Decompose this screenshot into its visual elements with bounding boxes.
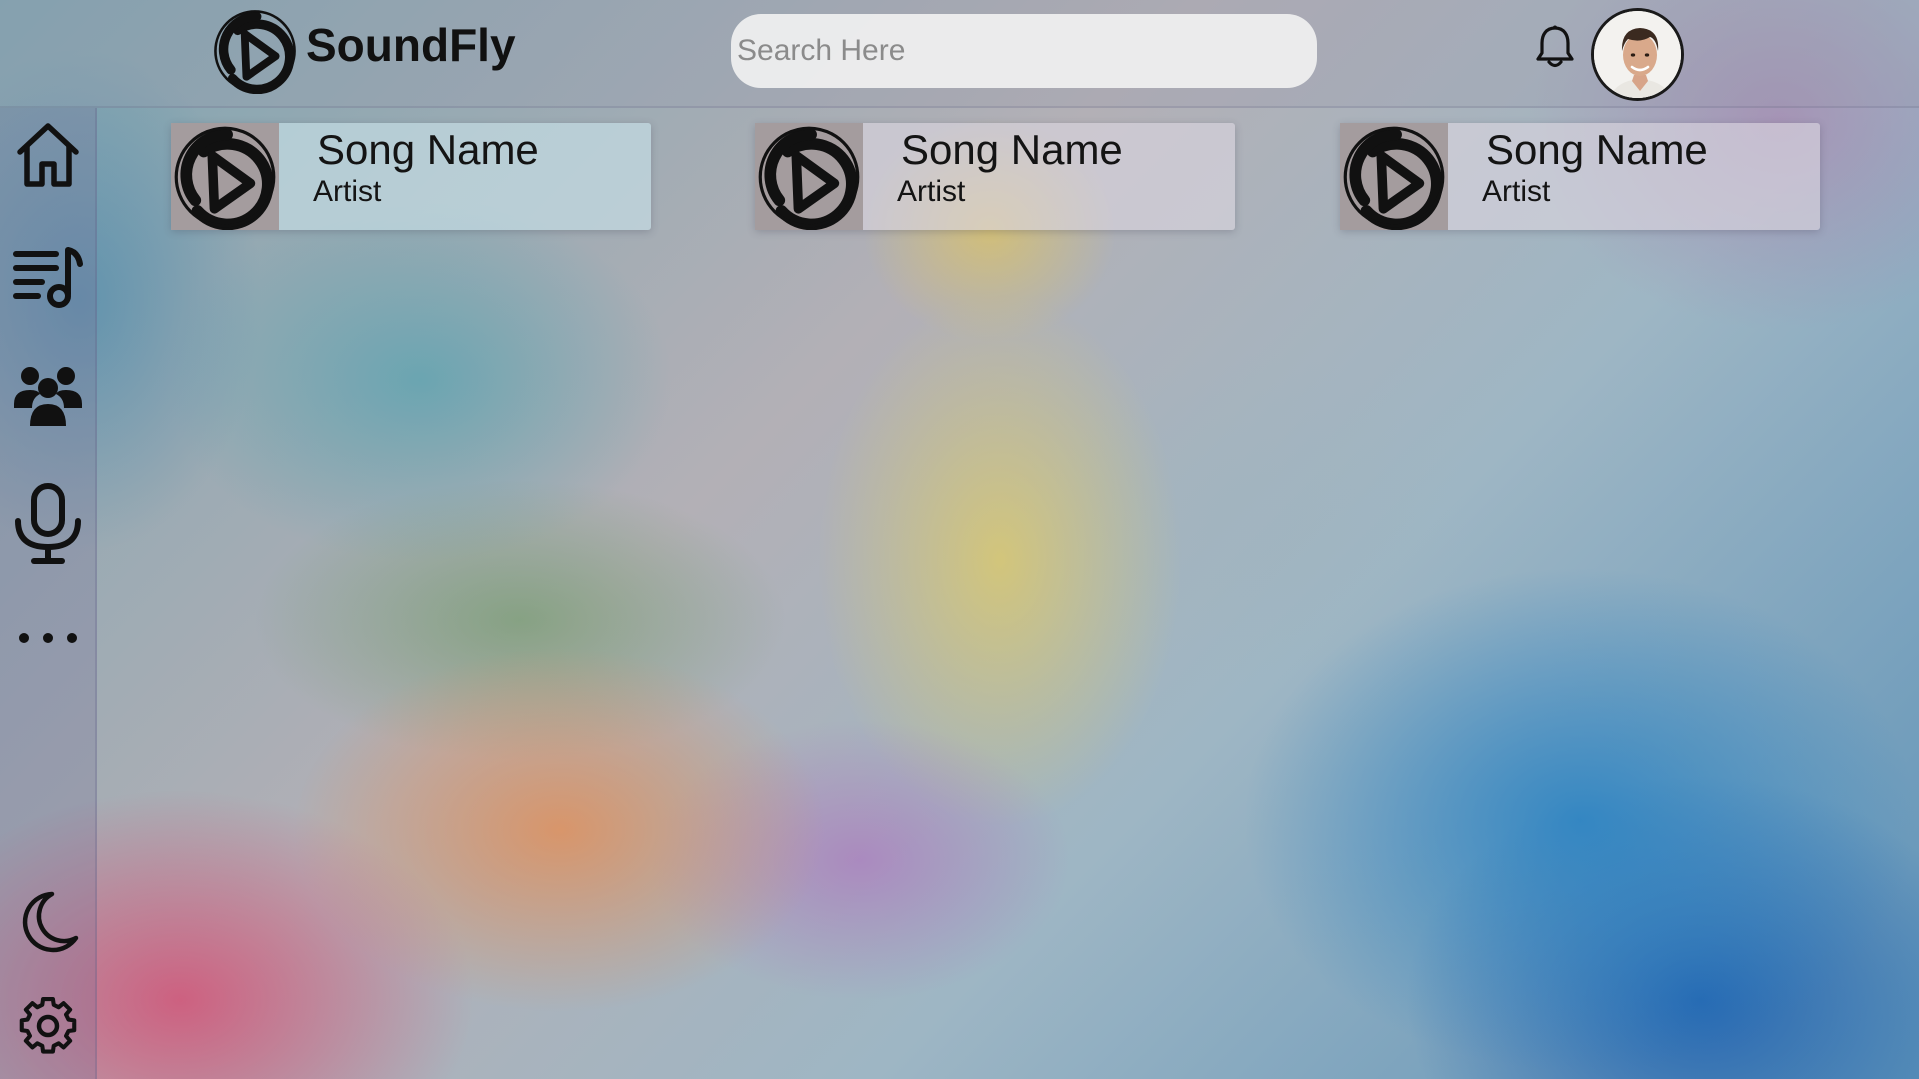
music-list-icon[interactable] — [12, 240, 84, 312]
song-title: Song Name — [1486, 126, 1708, 173]
song-artwork — [755, 123, 863, 230]
user-avatar[interactable] — [1591, 8, 1684, 101]
song-card[interactable]: Song Name Artist — [755, 123, 1235, 230]
song-card[interactable]: Song Name Artist — [171, 123, 651, 230]
microphone-icon[interactable] — [12, 483, 84, 565]
gear-icon[interactable] — [12, 994, 84, 1058]
home-icon[interactable] — [12, 118, 84, 190]
users-icon[interactable] — [12, 356, 84, 428]
song-title: Song Name — [317, 126, 539, 173]
play-swirl-logo-icon — [1341, 124, 1447, 230]
song-artwork — [171, 123, 279, 230]
song-artwork — [1340, 123, 1448, 230]
app-name: SoundFly — [306, 19, 516, 71]
song-title: Song Name — [901, 126, 1123, 173]
song-card[interactable]: Song Name Artist — [1340, 123, 1820, 230]
more-dots-icon[interactable] — [12, 610, 84, 666]
song-artist: Artist — [897, 175, 966, 209]
moon-icon[interactable] — [12, 886, 84, 956]
app-logo[interactable]: SoundFly — [212, 8, 516, 94]
play-swirl-logo-icon — [212, 8, 298, 94]
song-artist: Artist — [1482, 175, 1551, 209]
play-swirl-logo-icon — [756, 124, 862, 230]
song-artist: Artist — [313, 175, 382, 209]
search-input[interactable] — [731, 14, 1317, 88]
play-swirl-logo-icon — [172, 124, 278, 230]
bell-icon[interactable] — [1534, 24, 1576, 70]
